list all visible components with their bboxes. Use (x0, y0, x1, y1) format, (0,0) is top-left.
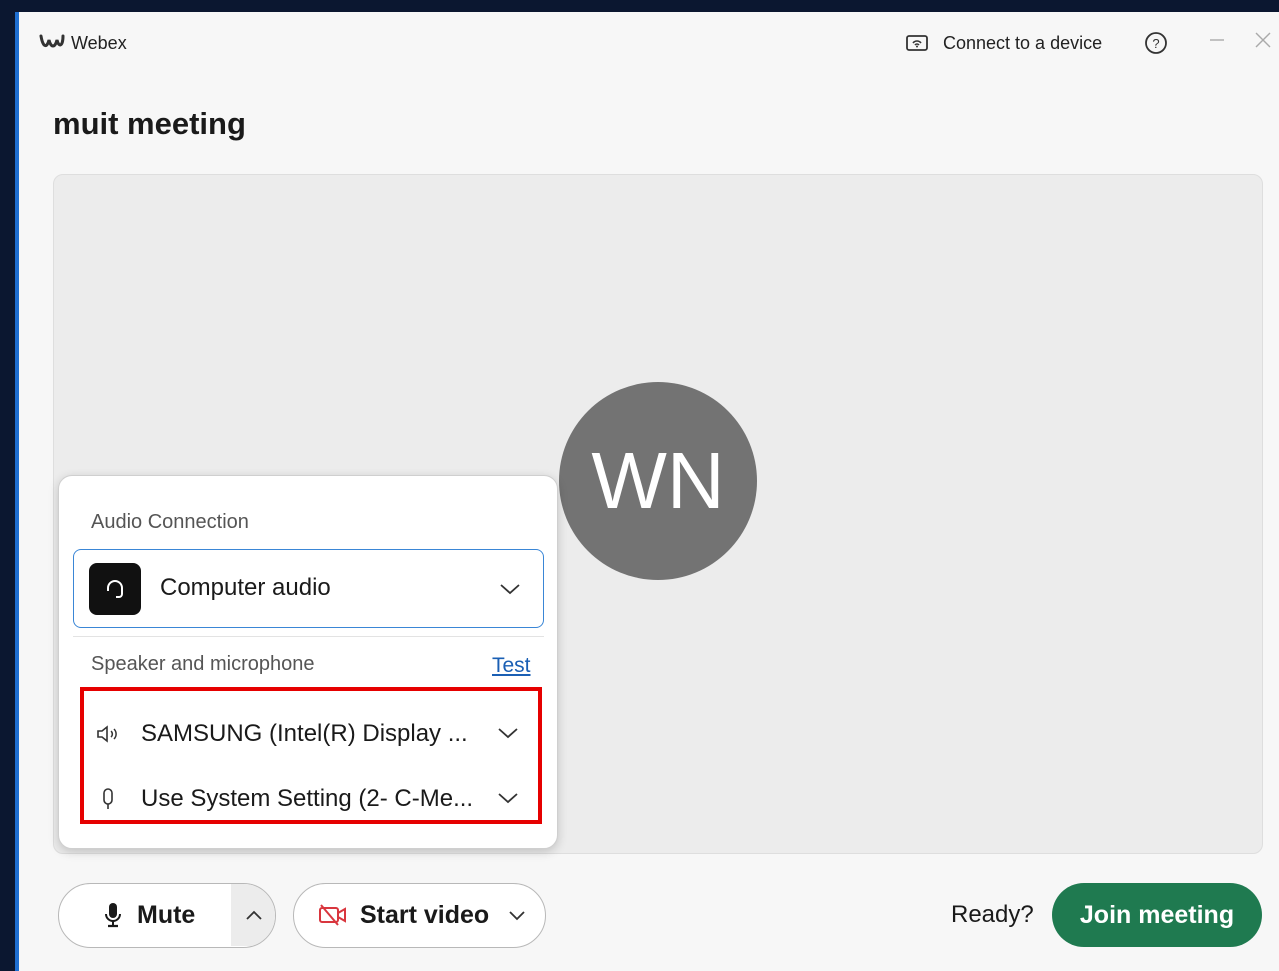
webex-window: Webex Connect to a device ? muit meeting… (15, 12, 1279, 971)
svg-text:?: ? (1152, 36, 1159, 51)
cast-device-icon (906, 35, 928, 51)
audio-options-toggle[interactable] (231, 884, 275, 946)
chevron-down-icon (500, 584, 520, 595)
avatar: WN (559, 382, 757, 580)
speaker-microphone-label: Speaker and microphone (91, 653, 315, 675)
video-control-group: Start video (293, 883, 546, 948)
speaker-device-dropdown[interactable]: SAMSUNG (Intel(R) Display ... (81, 705, 541, 761)
title-bar: Webex Connect to a device ? (19, 12, 1279, 72)
mute-label: Mute (137, 900, 196, 929)
speaker-device-name: SAMSUNG (Intel(R) Display ... (141, 720, 468, 747)
speaker-icon (97, 725, 117, 743)
audio-settings-popup: Audio Connection Computer audio Speaker … (58, 475, 558, 849)
microphone-icon (103, 788, 113, 809)
start-video-button[interactable]: Start video (294, 884, 504, 946)
chevron-up-icon (246, 910, 262, 920)
connect-to-device-button[interactable]: Connect to a device (905, 30, 1102, 56)
microphone-icon (105, 903, 121, 928)
webex-logo-icon (39, 34, 65, 48)
headset-icon (89, 563, 141, 615)
microphone-device-dropdown[interactable]: Use System Setting (2- C-Me... (81, 770, 541, 826)
join-meeting-button[interactable]: Join meeting (1052, 883, 1262, 947)
divider (73, 636, 544, 637)
mute-control-group: Mute (58, 883, 276, 948)
connect-device-label: Connect to a device (943, 32, 1103, 53)
audio-connection-dropdown[interactable]: Computer audio (73, 549, 544, 628)
mute-button[interactable]: Mute (59, 884, 231, 946)
audio-connection-value: Computer audio (160, 574, 331, 601)
audio-connection-label: Audio Connection (91, 511, 249, 533)
meeting-title: muit meeting (53, 106, 246, 141)
video-off-icon (319, 904, 346, 926)
help-icon[interactable]: ? (1144, 31, 1168, 55)
chevron-down-icon (498, 793, 518, 804)
minimize-icon[interactable] (1207, 30, 1227, 50)
close-icon[interactable] (1253, 30, 1273, 50)
ready-prompt: Ready? (951, 901, 1034, 928)
app-name: Webex (71, 33, 127, 53)
microphone-device-name: Use System Setting (2- C-Me... (141, 785, 474, 812)
start-video-label: Start video (360, 900, 490, 929)
chevron-down-icon (498, 728, 518, 739)
test-audio-link[interactable]: Test (492, 654, 531, 678)
chevron-down-icon[interactable] (506, 906, 528, 924)
